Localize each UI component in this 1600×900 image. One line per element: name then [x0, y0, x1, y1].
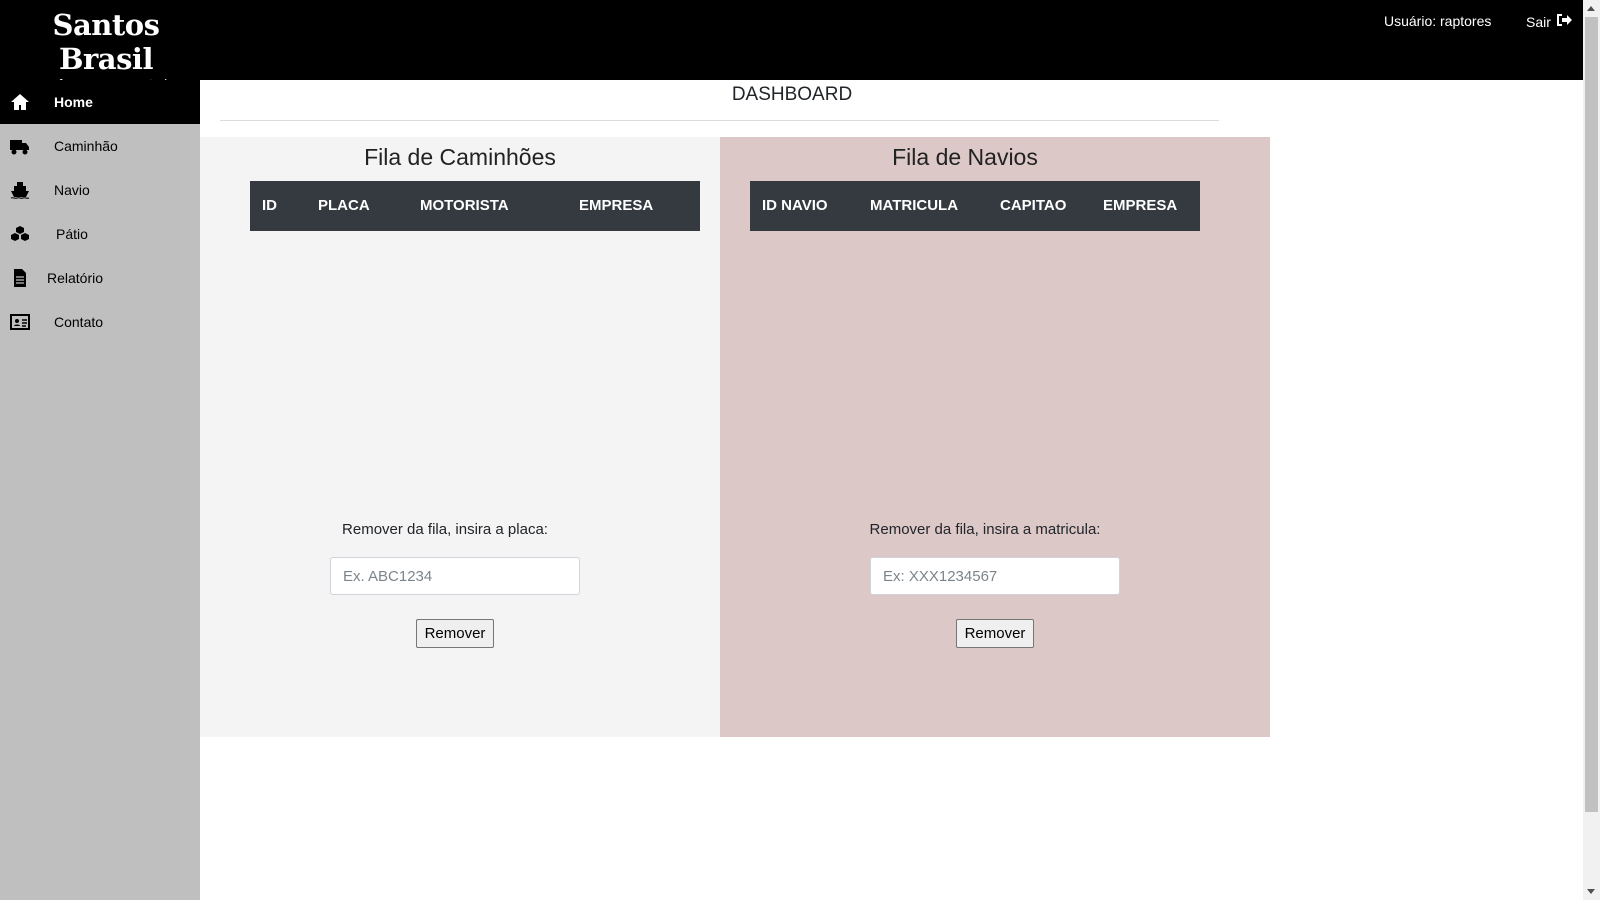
column-header-id: ID	[262, 197, 277, 214]
cubes-icon	[10, 224, 30, 244]
sidebar-item-patio[interactable]: Pátio	[0, 212, 200, 256]
column-header-capitao: CAPITAO	[1000, 197, 1067, 214]
sidebar-item-label: Relatório	[47, 270, 104, 286]
ship-queue-title: Fila de Navios	[892, 144, 1038, 170]
id-card-icon	[10, 312, 30, 332]
scroll-down-icon[interactable]	[1587, 889, 1595, 894]
file-icon	[10, 268, 30, 288]
scroll-up-icon[interactable]	[1587, 6, 1595, 11]
sidebar: Home Caminhão Navio Pátio Relatório Cont…	[0, 80, 200, 900]
column-header-motorista: MOTORISTA	[420, 197, 509, 214]
logout-label: Sair	[1526, 13, 1551, 30]
truck-queue-panel: Fila de Caminhões ID PLACA MOTORISTA EMP…	[200, 137, 720, 737]
remove-truck-button[interactable]: Remover	[416, 619, 494, 648]
column-header-empresa: EMPRESA	[1103, 197, 1178, 214]
column-header-placa: PLACA	[318, 197, 370, 214]
logout-button[interactable]: Sair	[1526, 13, 1572, 30]
ship-icon	[10, 180, 30, 200]
sidebar-item-home[interactable]: Home	[0, 80, 200, 124]
title-divider	[220, 120, 1219, 121]
sidebar-item-contato[interactable]: Contato	[0, 300, 200, 344]
sidebar-item-label: Caminhão	[54, 138, 118, 154]
scroll-thumb[interactable]	[1585, 17, 1598, 812]
sidebar-item-navio[interactable]: Navio	[0, 168, 200, 212]
logo-title: Santos Brasil	[52, 8, 160, 76]
home-icon	[10, 92, 30, 112]
truck-queue-table-header: ID PLACA MOTORISTA EMPRESA	[250, 181, 700, 231]
top-bar: Santos Brasil você sempre conectado Usuá…	[0, 0, 1583, 92]
truck-queue-title: Fila de Caminhões	[364, 144, 556, 170]
sidebar-item-label: Navio	[54, 182, 90, 198]
column-header-id-navio: ID NAVIO	[762, 197, 828, 214]
vertical-scrollbar[interactable]	[1583, 0, 1600, 900]
plate-input[interactable]	[330, 557, 580, 595]
truck-icon	[10, 136, 30, 156]
remove-ship-button[interactable]: Remover	[956, 619, 1034, 648]
sidebar-item-caminhao[interactable]: Caminhão	[0, 124, 200, 168]
column-header-matricula: MATRICULA	[870, 197, 959, 214]
sidebar-item-label: Contato	[54, 314, 104, 330]
sidebar-item-label: Home	[54, 94, 93, 110]
ship-queue-table-header: ID NAVIO MATRICULA CAPITAO EMPRESA	[750, 181, 1200, 231]
ship-remove-label: Remover da fila, insira a matricula:	[869, 521, 1101, 538]
sign-out-icon	[1556, 13, 1572, 30]
registration-input[interactable]	[870, 557, 1120, 595]
sidebar-item-relatorio[interactable]: Relatório	[0, 256, 200, 300]
ship-queue-panel: Fila de Navios ID NAVIO MATRICULA CAPITA…	[720, 137, 1270, 737]
sidebar-item-label: Pátio	[56, 226, 88, 242]
column-header-empresa: EMPRESA	[579, 197, 654, 214]
page-title: DASHBOARD	[731, 84, 853, 105]
truck-remove-label: Remover da fila, insira a placa:	[342, 521, 548, 538]
user-label: Usuário: raptores	[1384, 13, 1492, 29]
